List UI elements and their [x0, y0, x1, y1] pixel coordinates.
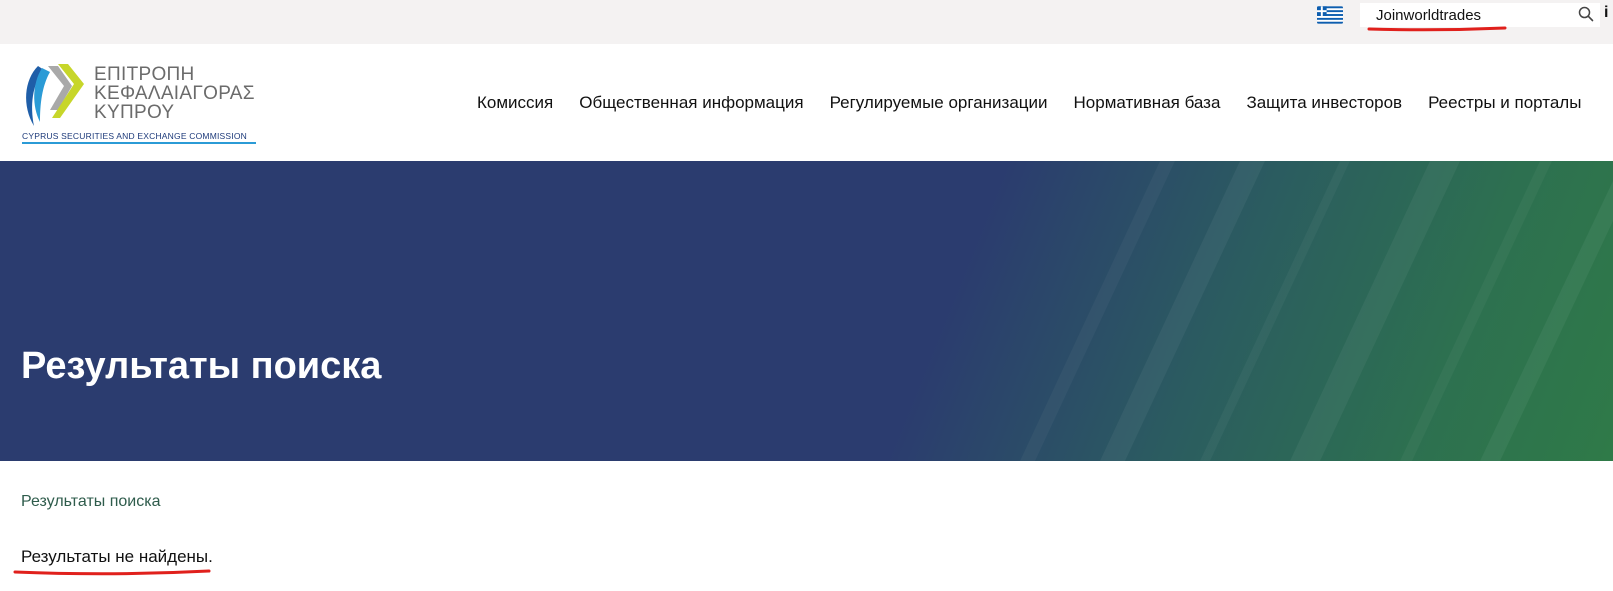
annotation-underline-message — [13, 569, 211, 576]
logo-text-line3: ΚΥΠΡΟΥ — [94, 102, 175, 123]
logo-subtitle: CYPRUS SECURITIES AND EXCHANGE COMMISSIO… — [22, 131, 247, 141]
hero-decorative-stripes — [1020, 161, 1613, 461]
breadcrumb: Результаты поиска — [21, 493, 161, 510]
annotation-underline-search — [1367, 26, 1507, 32]
info-icon[interactable]: i — [1604, 3, 1613, 23]
nav-item-legal-framework[interactable]: Нормативная база — [1074, 90, 1221, 116]
page-title: Результаты поиска — [21, 345, 382, 387]
cysec-logo[interactable]: ΕΠΙΤΡΟΠΗ ΚΕΦΑΛΑΙΑΓΟΡΑΣ ΚΥΠΡΟΥ CYPRUS SEC… — [20, 60, 260, 150]
no-results-message: Результаты не найдены. — [21, 547, 213, 566]
logo-text-line2: ΚΕΦΑΛΑΙΑΓΟΡΑΣ — [94, 83, 255, 104]
search-input[interactable] — [1376, 3, 1556, 27]
hero-banner: Результаты поиска — [0, 161, 1613, 461]
site-header: ΕΠΙΤΡΟΠΗ ΚΕΦΑΛΑΙΑΓΟΡΑΣ ΚΥΠΡΟΥ CYPRUS SEC… — [0, 44, 1613, 161]
nav-item-public-information[interactable]: Общественная информация — [579, 90, 803, 116]
cysec-emblem-icon — [26, 64, 84, 126]
nav-item-investor-protection[interactable]: Защита инвесторов — [1246, 90, 1402, 116]
top-utility-bar: i — [0, 0, 1613, 44]
nav-item-regulated-entities[interactable]: Регулируемые организации — [830, 90, 1048, 116]
nav-item-registries-portals[interactable]: Реестры и порталы — [1428, 90, 1581, 116]
search-icon — [1578, 6, 1594, 21]
search-button[interactable] — [1576, 5, 1596, 25]
nav-item-commission[interactable]: Комиссия — [477, 90, 553, 116]
logo-underline — [22, 142, 256, 144]
logo-text-line1: ΕΠΙΤΡΟΠΗ — [94, 64, 195, 85]
main-nav: Комиссия Общественная информация Регулир… — [477, 90, 1581, 116]
search-box — [1360, 3, 1600, 27]
greek-flag-icon[interactable] — [1317, 6, 1343, 24]
